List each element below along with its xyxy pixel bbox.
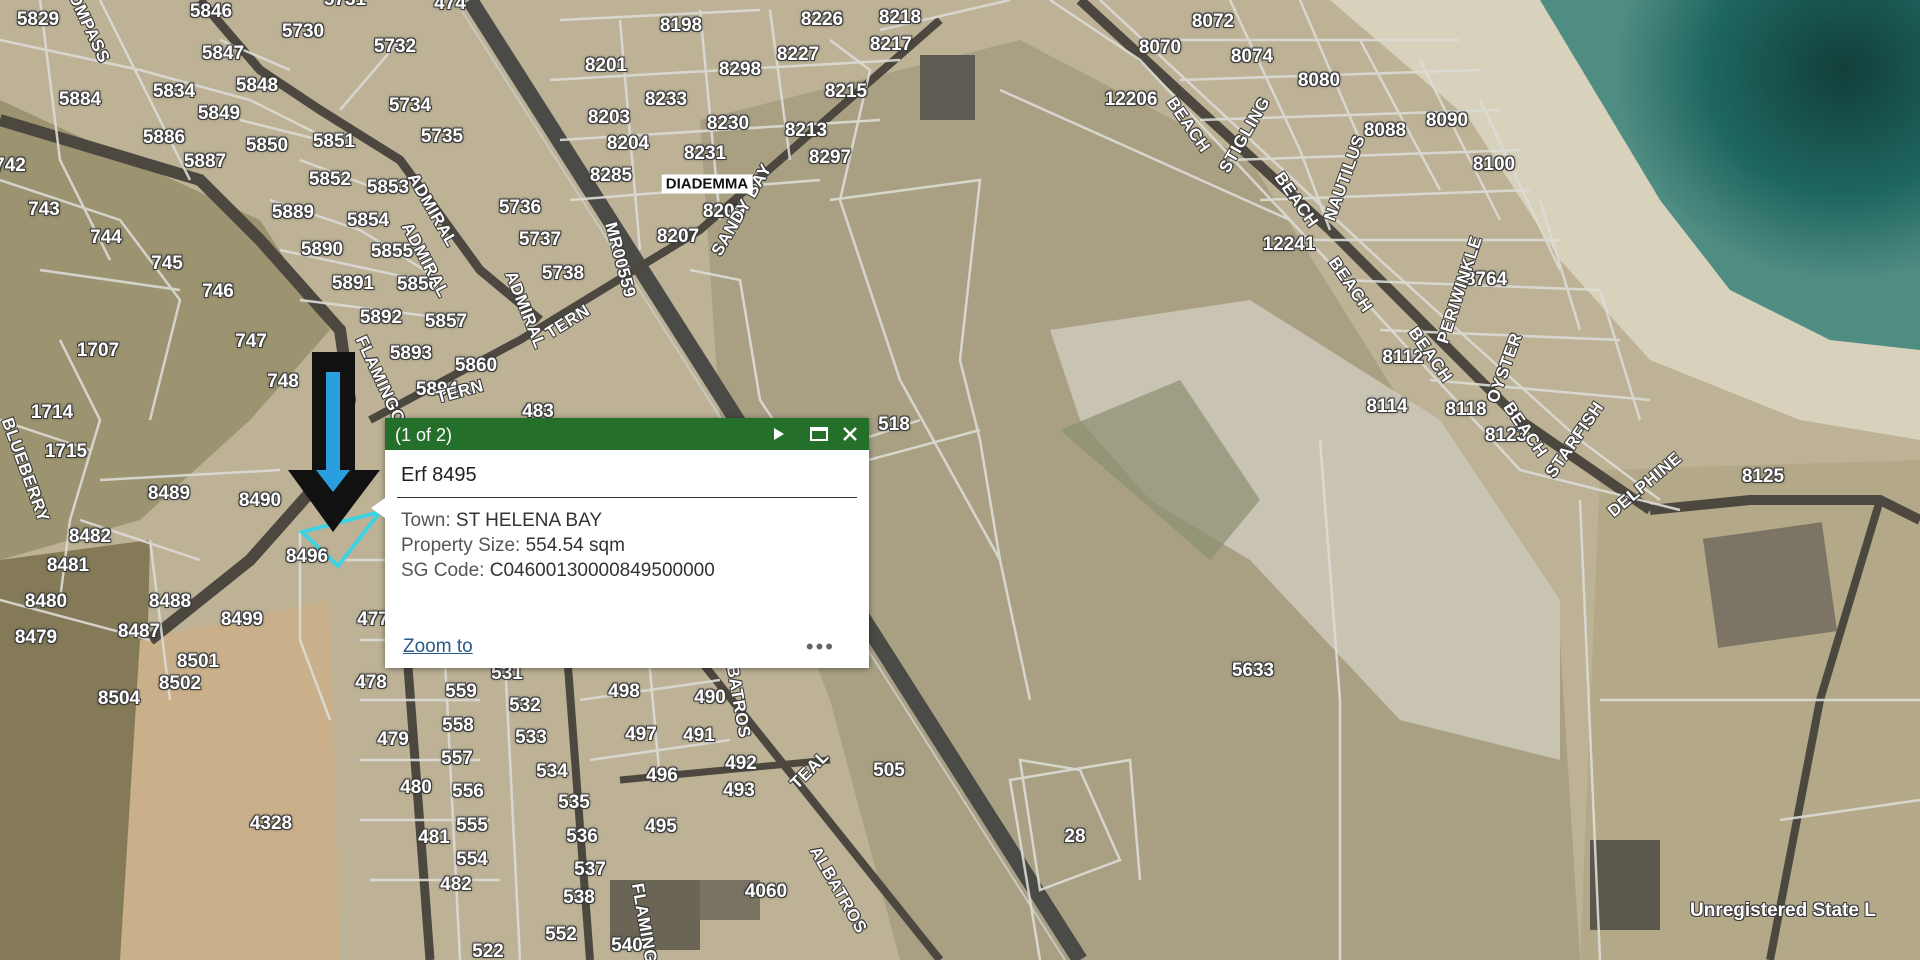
unregistered-state-land-label: Unregistered State L	[1690, 900, 1876, 921]
maximize-icon	[810, 427, 828, 441]
popup-attributes: Town: ST HELENA BAY Property Size: 554.5…	[397, 498, 857, 583]
attribute-value: C04600130000849500000	[489, 560, 715, 581]
next-feature-button[interactable]	[767, 423, 789, 445]
close-button[interactable]	[839, 423, 861, 445]
maximize-button[interactable]	[808, 423, 830, 445]
popup-header: (1 of 2)	[385, 418, 869, 450]
aerial-map[interactable]: 5829584657305731474584757325884583458485…	[0, 0, 1920, 960]
attribute-value: ST HELENA BAY	[455, 510, 603, 531]
place-label-diademma: DIADEMMA	[661, 174, 753, 194]
attribute-value: 554.54 sqm	[525, 535, 625, 556]
attribute-town: Town: ST HELENA BAY	[397, 508, 857, 533]
attribute-key: Property Size:	[401, 535, 521, 556]
more-actions-button[interactable]: •••	[806, 634, 835, 660]
popup-feature-count: (1 of 2)	[395, 425, 453, 445]
play-icon	[774, 428, 784, 440]
attribute-key: Town:	[401, 510, 451, 531]
close-icon	[843, 427, 857, 441]
attribute-key: SG Code:	[401, 560, 485, 581]
attribute-property-size: Property Size: 554.54 sqm	[397, 533, 857, 558]
attribute-sg-code: SG Code: C04600130000849500000	[397, 558, 857, 583]
popup-title: Erf 8495	[397, 450, 857, 498]
popup-pointer	[371, 498, 385, 518]
zoom-to-link[interactable]: Zoom to	[403, 636, 473, 658]
selection-arrow-icon	[288, 352, 380, 532]
feature-popup: (1 of 2) Erf 8495 Town: ST HELENA BAY Pr…	[371, 418, 869, 668]
